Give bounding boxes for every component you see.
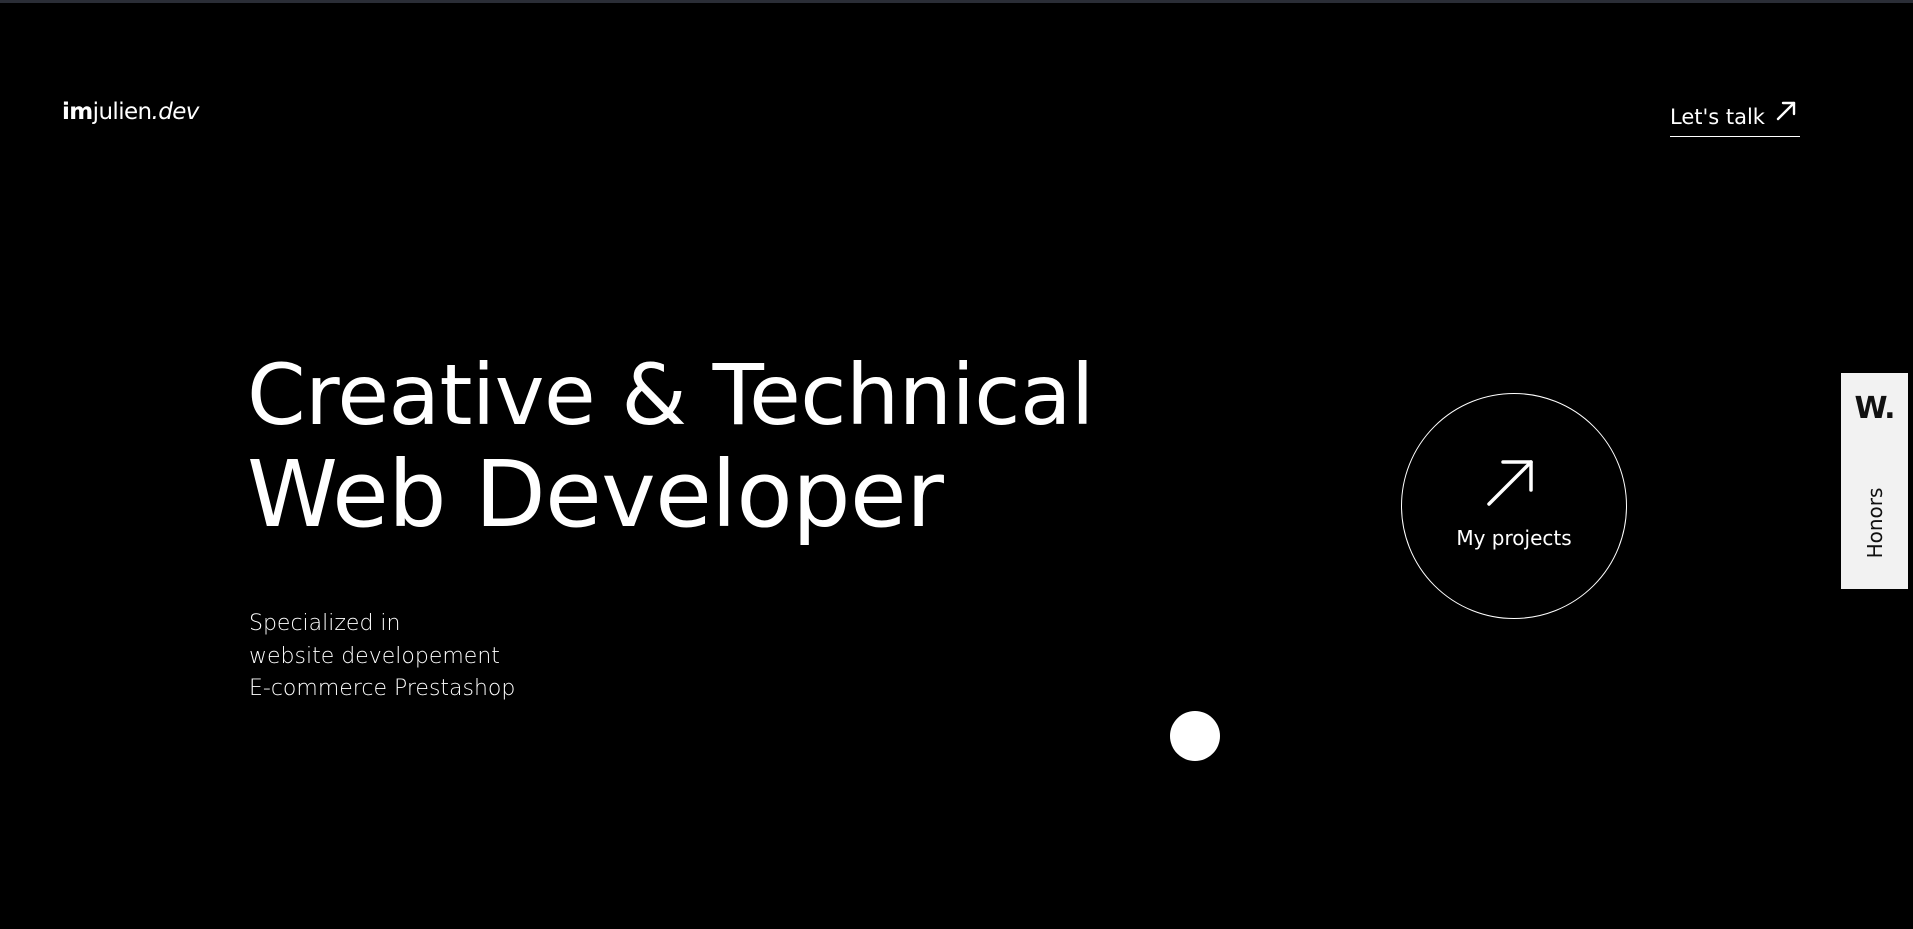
my-projects-label: My projects bbox=[1456, 526, 1572, 550]
honors-w-mark: W. bbox=[1854, 391, 1895, 426]
subtitle-line-3: E-commerce Prestashop bbox=[249, 676, 516, 701]
cursor-follower-dot bbox=[1170, 711, 1220, 761]
arrow-up-right-icon bbox=[1485, 458, 1535, 512]
subtitle-line-2: website developement bbox=[249, 643, 500, 669]
logo-italic-part: .dev bbox=[151, 99, 200, 125]
logo-regular-part: julien bbox=[92, 99, 152, 125]
lets-talk-label: Let's talk bbox=[1670, 105, 1765, 129]
window-top-bar bbox=[0, 0, 1913, 3]
site-logo[interactable]: imjulien.dev bbox=[62, 99, 199, 125]
hero-title-line-2: Web Developer bbox=[247, 441, 944, 548]
logo-bold-part: im bbox=[62, 99, 93, 125]
hero-title: Creative & Technical Web Developer bbox=[247, 345, 1094, 545]
arrow-up-right-icon bbox=[1775, 100, 1797, 126]
subtitle-line-1: Specialized in bbox=[249, 611, 401, 636]
lets-talk-link[interactable]: Let's talk bbox=[1670, 101, 1800, 137]
my-projects-button[interactable]: My projects bbox=[1401, 393, 1627, 619]
honors-label: Honors bbox=[1863, 487, 1887, 559]
hero-title-line-1: Creative & Technical bbox=[247, 346, 1094, 444]
hero-subtitle: Specialized in website developement E-co… bbox=[249, 608, 515, 706]
awwwards-honors-badge[interactable]: W. Honors bbox=[1841, 373, 1908, 589]
